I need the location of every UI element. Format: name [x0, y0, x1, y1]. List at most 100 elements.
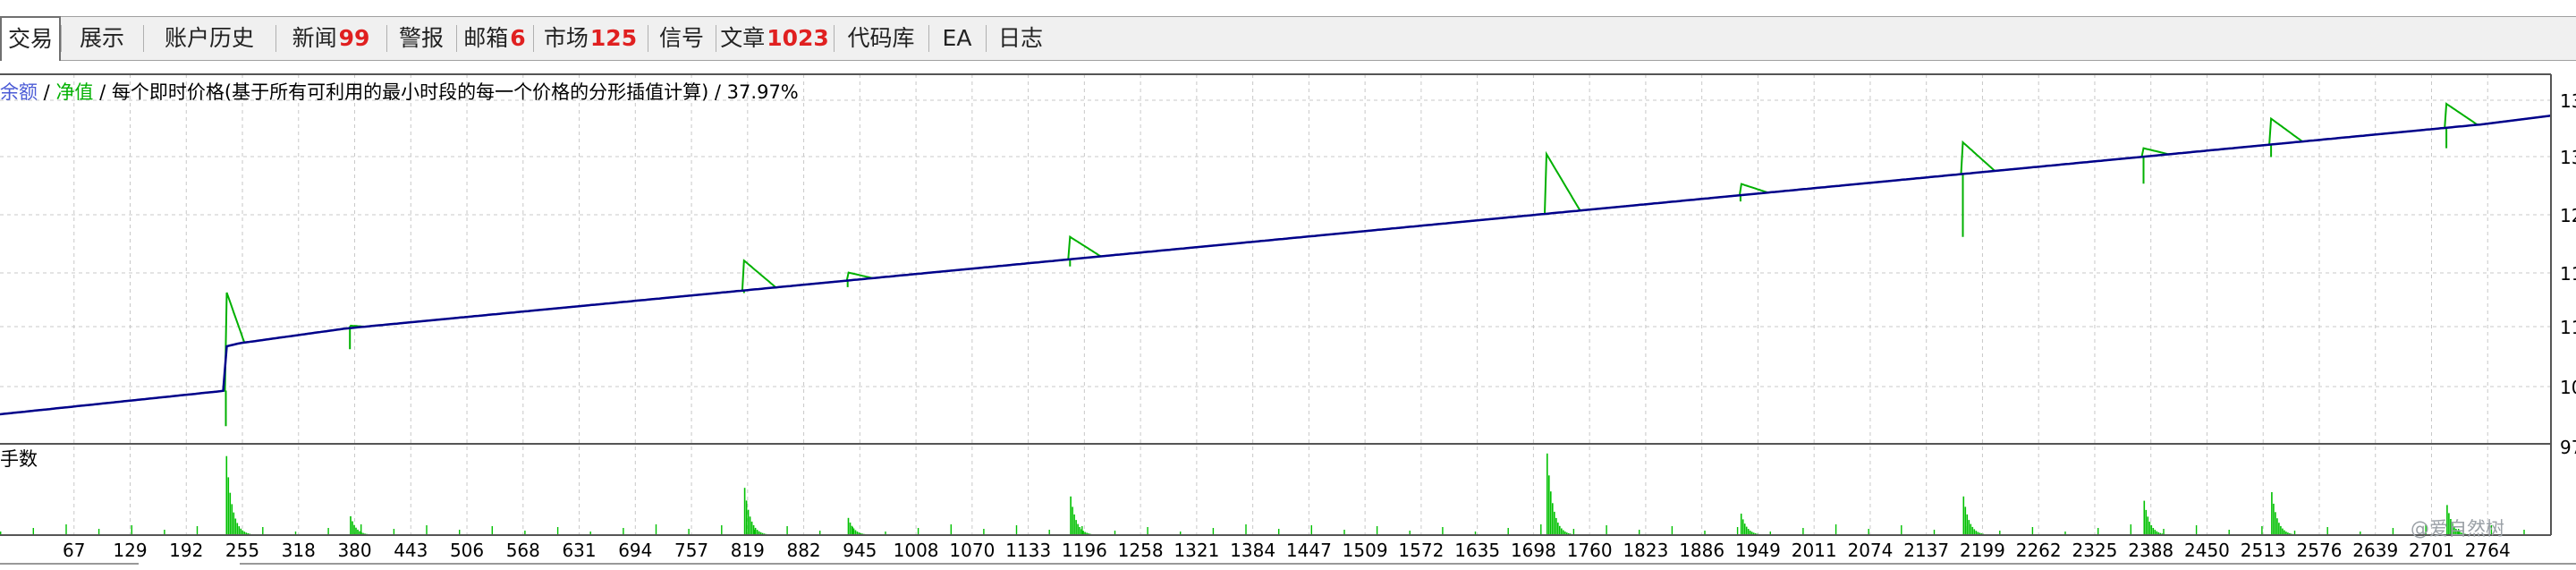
volume-bar	[228, 477, 230, 535]
volume-bar	[98, 529, 99, 535]
volume-bar	[327, 528, 328, 535]
volume-bar	[2151, 525, 2153, 535]
x-tick-label: 2011	[1792, 540, 1837, 561]
tab-label: 信号	[659, 25, 704, 51]
y-tick-label: 13	[2560, 90, 2576, 112]
volume-bar	[355, 528, 357, 535]
x-tick-label: 631	[562, 540, 596, 561]
y-tick-label: 10	[2560, 377, 2576, 398]
x-tick-label: 1321	[1174, 540, 1219, 561]
volume-bar	[426, 525, 427, 535]
tab-7[interactable]: 信号	[648, 17, 716, 60]
volume-bar	[1552, 503, 1554, 535]
volume-bar	[750, 516, 751, 535]
tab-11[interactable]: 日志	[986, 17, 1055, 60]
volume-bar	[1963, 497, 1965, 535]
volume-bar	[232, 504, 233, 535]
volume-bar	[2032, 527, 2033, 535]
y-tick-label: 13	[2560, 147, 2576, 168]
volume-bar	[1555, 518, 1557, 535]
tab-0[interactable]: 交易	[0, 16, 61, 61]
tab-badge: 125	[590, 25, 637, 51]
tab-10[interactable]: EA	[928, 17, 986, 60]
volume-bar	[1311, 525, 1312, 535]
volume-bar	[2271, 492, 2273, 535]
tab-label: 日志	[998, 25, 1043, 51]
volume-bar	[1147, 527, 1148, 535]
volume-bar	[1742, 519, 1744, 535]
x-tick-label: 67	[63, 540, 85, 561]
x-tick-label: 2262	[2016, 540, 2062, 561]
x-tick-label: 443	[394, 540, 428, 561]
tab-8[interactable]: 文章1023	[716, 17, 834, 60]
x-tick-label: 318	[282, 540, 316, 561]
chart-legend: 余额 / 净值 / 每个即时价格(基于所有可利用的最小时段的每一个价格的分形插值…	[0, 81, 799, 103]
volume-bar	[226, 456, 228, 535]
y-tick-label: 11	[2560, 263, 2576, 285]
volume-bar	[1548, 475, 1550, 535]
legend-model: 每个即时价格(基于所有可利用的最小时段的每一个价格的分形插值计算) / 37.9…	[112, 81, 799, 103]
volume-bar	[1540, 524, 1541, 535]
volume-bar	[1966, 526, 1967, 535]
tab-label: 新闻	[292, 25, 337, 51]
volume-bar	[2153, 528, 2155, 535]
volume-bar	[131, 525, 132, 535]
tab-4[interactable]: 警报	[386, 17, 456, 60]
x-tick-label: 506	[450, 540, 484, 561]
volume-bar	[1016, 525, 1017, 535]
x-tick-label: 2450	[2184, 540, 2230, 561]
x-tick-label: 380	[337, 540, 371, 561]
x-tick-label: 1949	[1735, 540, 1781, 561]
volume-bar	[1213, 528, 1214, 535]
volume-bar	[241, 529, 242, 535]
tab-label: 文章	[720, 25, 765, 51]
x-tick-label: 2137	[1903, 540, 1949, 561]
tab-3[interactable]: 新闻99	[275, 17, 386, 60]
x-tick-label: 2639	[2352, 540, 2398, 561]
volume-bar	[2144, 501, 2146, 535]
volume-bar	[233, 513, 235, 535]
volume-bar	[656, 524, 657, 535]
volume-bar	[850, 523, 852, 535]
x-tick-label: 1258	[1118, 540, 1164, 561]
tester-graph: 余额 / 净值 / 每个即时价格(基于所有可利用的最小时段的每一个价格的分形插值…	[0, 72, 2576, 566]
tab-label: 市场	[544, 25, 589, 51]
terminal-tab-bar: 交易展示账户历史新闻99警报邮箱6市场125信号文章1023代码库EA日志	[0, 16, 2576, 61]
volume-bar	[1744, 523, 1746, 535]
volume-bar	[852, 527, 853, 535]
volume-bar	[1573, 529, 1574, 535]
volume-bar	[492, 526, 493, 535]
x-tick-label: 819	[731, 540, 765, 561]
grid	[0, 74, 2551, 535]
volume-bar	[2393, 528, 2394, 535]
volume-bars	[0, 454, 2525, 535]
volume-bar	[1835, 524, 1836, 535]
x-tick-label: 2576	[2297, 540, 2343, 561]
volume-bar	[1970, 524, 1972, 535]
x-tick-label: 129	[113, 540, 147, 561]
volume-bar	[918, 528, 919, 535]
volume-bar	[197, 526, 198, 535]
volume-bar	[2148, 516, 2149, 535]
volume-bar	[2275, 512, 2276, 535]
volume-bar	[2163, 529, 2164, 535]
tab-9[interactable]: 代码库	[834, 17, 928, 60]
x-tick-label: 1572	[1398, 540, 1444, 561]
tab-badge: 1023	[767, 25, 829, 51]
x-tick-label: 1070	[949, 540, 995, 561]
volume-bar	[744, 488, 746, 535]
x-tick-label: 255	[225, 540, 259, 561]
volume-bar	[721, 525, 722, 535]
tab-6[interactable]: 市场125	[533, 17, 648, 60]
volume-bar	[983, 529, 984, 535]
tab-1[interactable]: 展示	[61, 17, 143, 60]
balance-line	[0, 115, 2551, 414]
volume-bar	[2097, 528, 2098, 535]
tab-5[interactable]: 邮箱6	[456, 17, 533, 60]
tab-badge: 6	[510, 25, 525, 51]
volume-bar	[235, 519, 237, 536]
x-tick-label: 1698	[1511, 540, 1556, 561]
volume-bar	[1546, 454, 1548, 535]
tab-2[interactable]: 账户历史	[143, 17, 275, 60]
x-tick-label: 1008	[894, 540, 939, 561]
